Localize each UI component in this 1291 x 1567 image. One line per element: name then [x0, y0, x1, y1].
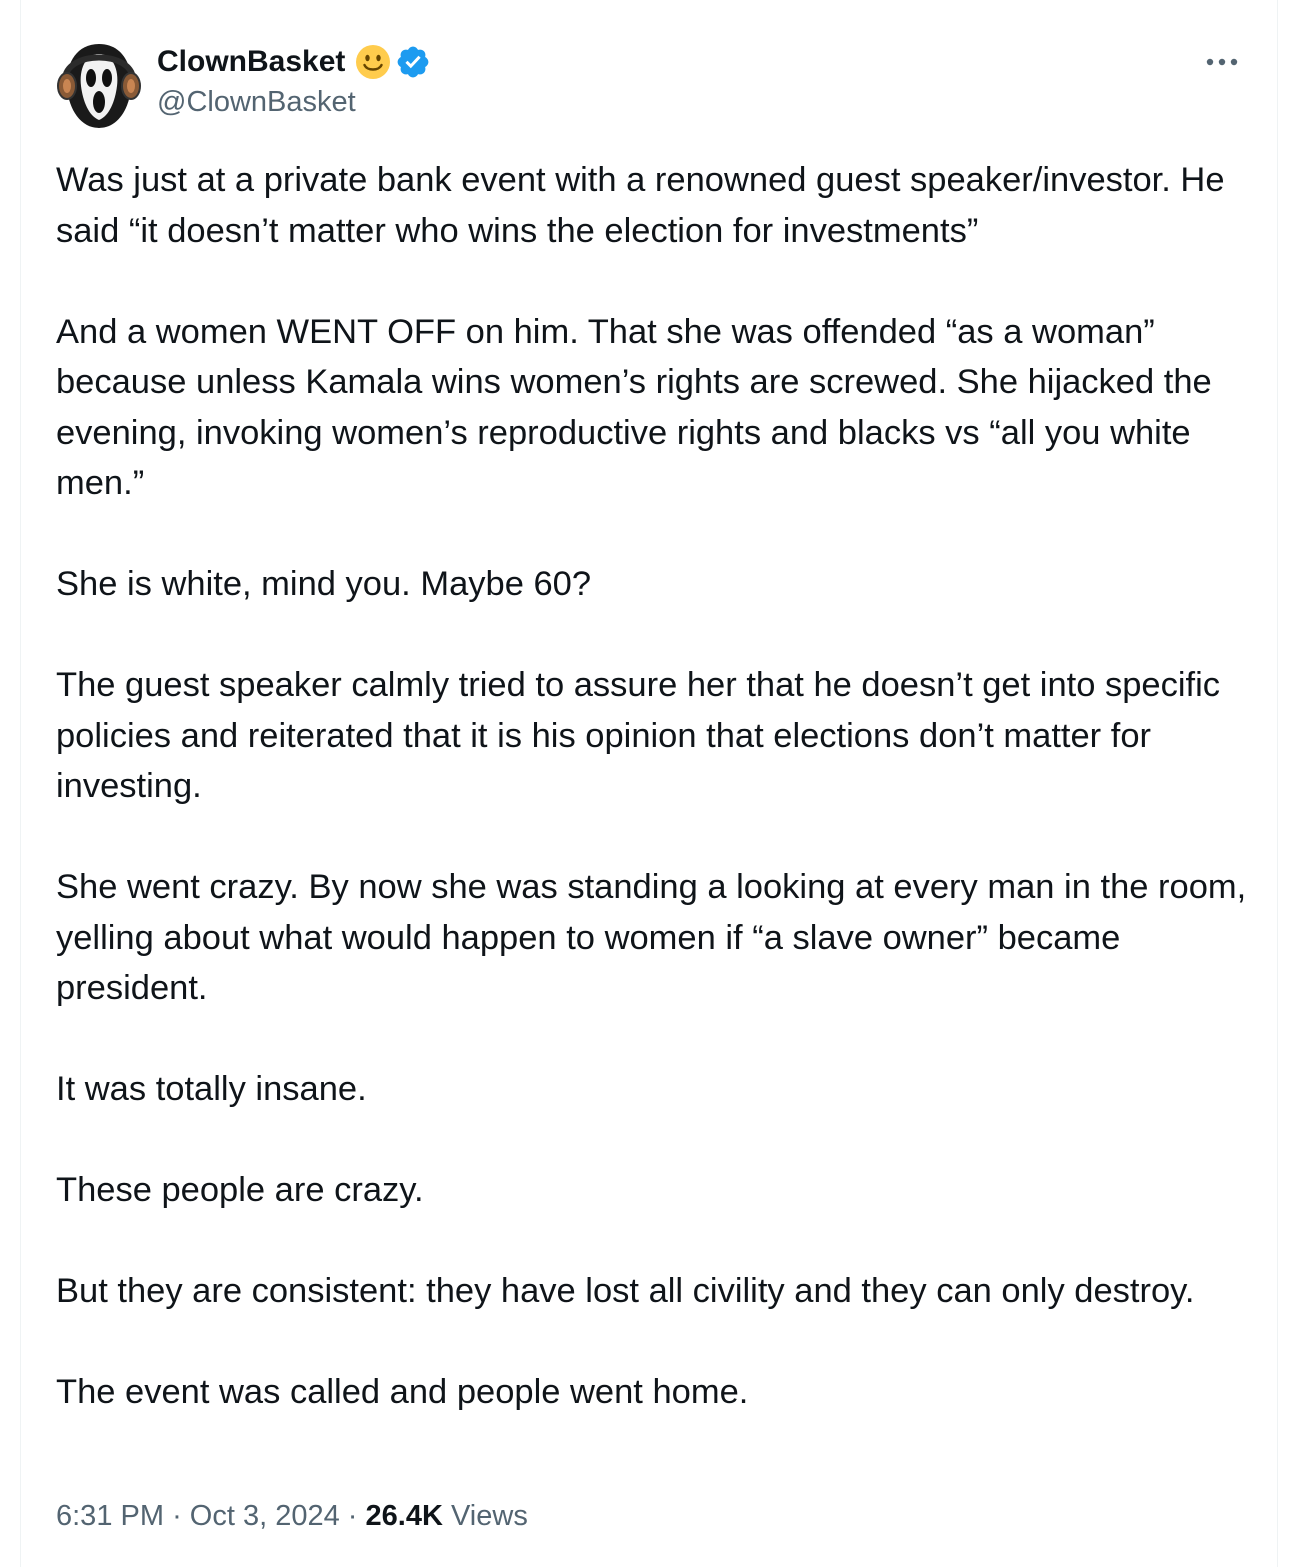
views-label: Views: [450, 1500, 528, 1532]
meta-separator: ·: [172, 1500, 182, 1532]
post-paragraph: It was totally insane.: [56, 1070, 367, 1108]
meta-separator: ·: [347, 1500, 358, 1532]
post-card: ClownBasket @ClownBasket Was just at a p…: [20, 0, 1278, 1567]
author-name-row: ClownBasket: [157, 40, 431, 84]
post-paragraph: Was just at a private bank event with a …: [56, 161, 1235, 250]
ghostface-headphones-avatar-icon: [55, 40, 143, 128]
post-paragraph: She is white, mind you. Maybe 60?: [56, 565, 592, 603]
post-paragraph: And a women WENT OFF on him. That she wa…: [56, 312, 1222, 503]
views-count: 26.4K: [365, 1500, 443, 1532]
display-name[interactable]: ClownBasket: [157, 45, 345, 79]
post-meta: 6:31 PM · Oct 3, 2024 · 26.4K Views: [56, 1500, 528, 1533]
verified-badge-icon[interactable]: [395, 44, 431, 80]
smiley-face-emoji-icon: [355, 44, 391, 80]
avatar[interactable]: [55, 40, 143, 128]
post-paragraph: These people are crazy.: [56, 1171, 424, 1209]
post-time[interactable]: 6:31 PM: [56, 1500, 164, 1532]
post-paragraph: But they are consistent: they have lost …: [56, 1272, 1195, 1310]
post-paragraph: The event was called and people went hom…: [56, 1373, 749, 1411]
post-paragraph: The guest speaker calmly tried to assure…: [56, 666, 1230, 805]
more-dots-icon: [1206, 58, 1238, 66]
post-date[interactable]: Oct 3, 2024: [190, 1500, 340, 1532]
post-text: Was just at a private bank event with a …: [56, 155, 1256, 1418]
more-options-button[interactable]: [1197, 42, 1247, 82]
author-handle[interactable]: @ClownBasket: [157, 86, 356, 119]
post-paragraph: She went crazy. By now she was standing …: [56, 868, 1256, 1007]
